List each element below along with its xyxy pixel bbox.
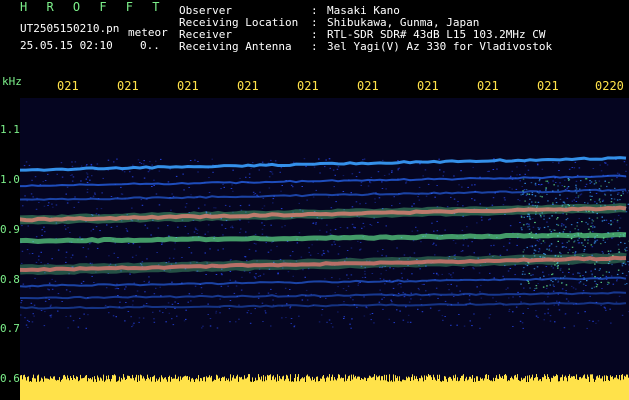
y-tick: 0.8 [0, 273, 20, 286]
signal-level-meter [20, 374, 629, 400]
x-tick: 021 [417, 79, 439, 93]
antenna-label: Receiving Antenna [179, 40, 292, 53]
x-tick: 021 [357, 79, 379, 93]
y-tick: 1.0 [0, 173, 20, 186]
x-tick: 021 [237, 79, 259, 93]
y-tick: 0.6 [0, 372, 20, 385]
y-axis-unit: kHz [2, 75, 22, 88]
spectrogram [20, 98, 629, 380]
x-tick: 0220 [595, 79, 624, 93]
x-tick: 021 [477, 79, 499, 93]
x-tick: 021 [57, 79, 79, 93]
antenna-value: 3el Yagi(V) Az 330 for Vladivostok [327, 40, 553, 53]
filename-label: UT2505150210.pn [20, 22, 120, 35]
x-tick: 021 [177, 79, 199, 93]
hroft-display: H R O F F T UT2505150210.pn meteor 25.05… [0, 0, 629, 400]
y-tick: 1.1 [0, 123, 20, 136]
y-tick: 0.9 [0, 223, 20, 236]
y-tick: 0.7 [0, 322, 20, 335]
signal-bands [20, 156, 627, 310]
meteor-label: meteor [128, 26, 168, 39]
antenna-colon: : [311, 40, 318, 53]
x-tick: 021 [537, 79, 559, 93]
datetime-label: 25.05.15 02:10 [20, 39, 113, 52]
x-tick: 021 [297, 79, 319, 93]
x-tick: 021 [117, 79, 139, 93]
flag-label: 0.. [140, 39, 160, 52]
app-title: H R O F F T [20, 0, 166, 14]
